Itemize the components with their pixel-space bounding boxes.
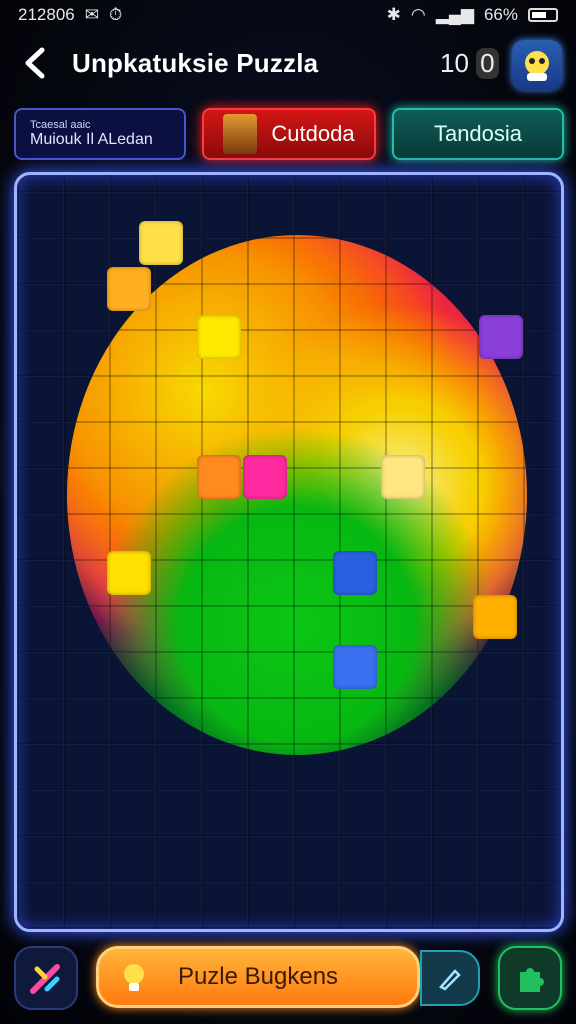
puzzle-piece[interactable] (479, 315, 523, 359)
mode-tabs: Tcaesal aaic Muiouk Il ALedan Cutdoda Ta… (14, 108, 564, 162)
lightbulb-icon (124, 964, 144, 991)
bluetooth-icon: ✱ (386, 5, 401, 24)
battery-icon (528, 8, 558, 22)
puzzle-piece[interactable] (473, 595, 517, 639)
mascot-icon (525, 51, 549, 81)
edit-button[interactable] (420, 950, 480, 1006)
signal-icon: ▂▄▆ (435, 5, 474, 24)
puzzle-piece[interactable] (139, 221, 183, 265)
score-display: 10 0 (440, 48, 499, 79)
tab-info[interactable]: Tcaesal aaic Muiouk Il ALedan (14, 108, 186, 160)
wifi-icon: ◠ (410, 5, 426, 24)
puzzle-piece[interactable] (197, 455, 241, 499)
puzzle-board[interactable]: 50 (14, 172, 564, 932)
puzzle-piece[interactable] (333, 645, 377, 689)
battery-percent: 66% (483, 5, 518, 24)
puzzle-piece[interactable] (333, 551, 377, 595)
alarm-icon: ⏱ (108, 5, 123, 24)
puzzle-piece-icon (520, 968, 544, 992)
puzzle-piece[interactable] (107, 551, 151, 595)
shuffle-button[interactable] (14, 946, 78, 1010)
tab-info-line2: Muiouk Il ALedan (30, 131, 153, 148)
status-time: 212806 (18, 5, 75, 24)
status-bar: 212806 ✉ ⏱ ✱ ◠ ▂▄▆ 66% (0, 0, 576, 30)
pencil-icon (438, 969, 461, 991)
tab-selected[interactable]: Cutdoda (202, 108, 376, 160)
tab-third-label: Tandosia (433, 121, 523, 146)
tab-third[interactable]: Tandosia (392, 108, 564, 160)
puzzle-piece[interactable] (197, 315, 241, 359)
puzzle-piece[interactable] (107, 267, 151, 311)
tab-selected-label: Cutdoda (271, 121, 355, 146)
bottom-bar: Puzle Bugkens (0, 942, 576, 1014)
score-prefix: 10 (440, 48, 469, 78)
puzzle-grid (17, 175, 561, 929)
hint-button-label: Puzle Bugkens (177, 963, 339, 990)
back-arrow-icon[interactable] (20, 46, 54, 80)
puzzle-piece-button[interactable] (498, 946, 562, 1010)
tab-info-line1: Tcaesal aaic (30, 119, 91, 131)
puzzle-piece[interactable] (381, 455, 425, 499)
hint-button[interactable]: Puzle Bugkens (96, 946, 420, 1008)
puzzle-piece[interactable] (243, 455, 287, 499)
score-suffix: 0 (476, 48, 499, 79)
tab-thumbnail (223, 114, 258, 154)
message-icon: ✉ (84, 5, 99, 24)
header: Unpkatuksie Puzzla 10 0 (0, 32, 576, 96)
mascot-avatar[interactable] (512, 40, 562, 90)
page-title: Unpkatuksie Puzzla (72, 48, 319, 78)
magic-wand-icon (30, 964, 60, 994)
